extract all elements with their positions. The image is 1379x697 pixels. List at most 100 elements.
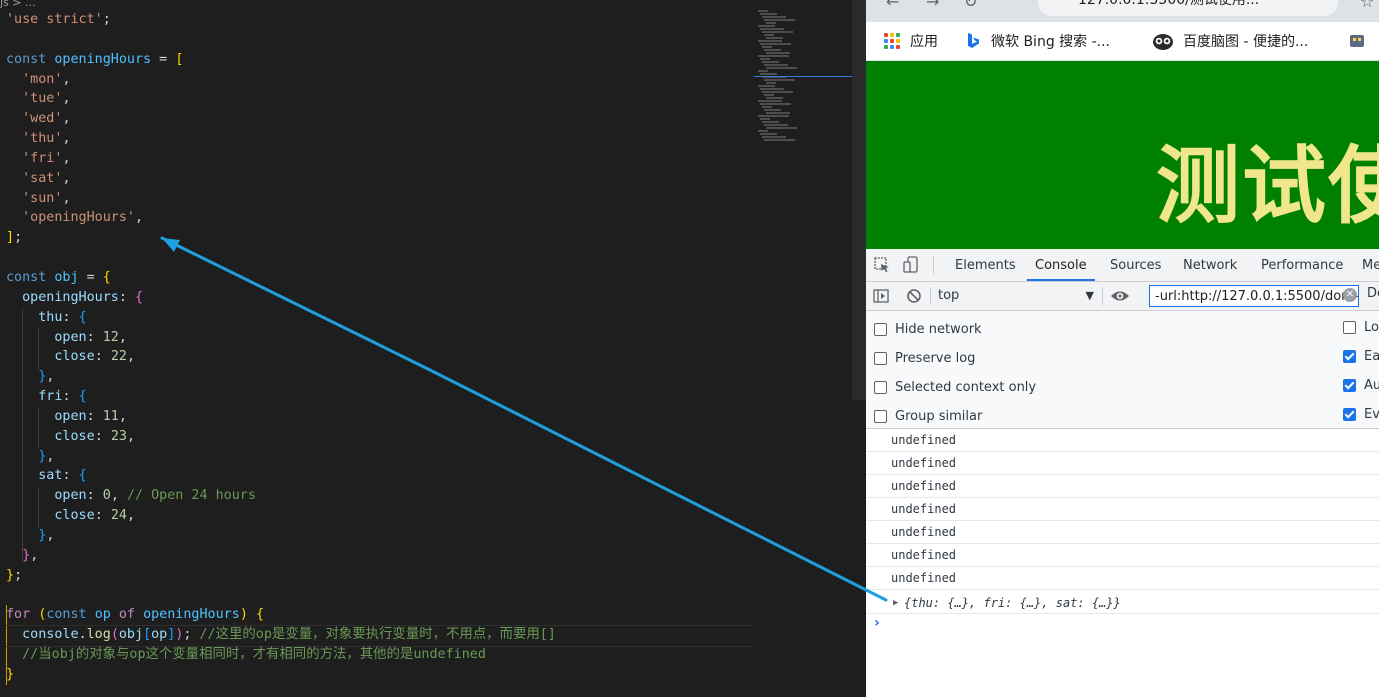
tab-performance[interactable]: Performance (1261, 249, 1343, 281)
bookmark-star-icon[interactable]: ☆ (1360, 0, 1374, 11)
code-line[interactable]: const obj = { (6, 268, 556, 288)
minimap-line (762, 91, 793, 93)
code-token: 'fri' (22, 150, 63, 166)
code-editor[interactable]: js > ... 'use strict'; const openingHour… (0, 0, 866, 697)
code-token: thu (38, 309, 63, 325)
code-token: 24 (110, 508, 127, 524)
setting-autocomplete[interactable]: Au (1343, 375, 1379, 395)
code-token: , (126, 428, 135, 444)
minimap-line (760, 28, 784, 30)
setting-log-xmlhttprequests[interactable]: Loc (1343, 317, 1379, 337)
setting-group-similar[interactable]: Group similar (874, 406, 982, 426)
bookmark-extra[interactable] (1348, 28, 1375, 54)
code-line[interactable]: 'wed', (6, 109, 556, 129)
code-line[interactable]: open: 11, (6, 407, 556, 427)
code-token: , (126, 508, 135, 524)
address-input[interactable]: 127.0.0.1:5500/测试使用... (1038, 0, 1338, 16)
code-line[interactable]: close: 23, (6, 427, 556, 447)
code-line[interactable]: close: 24, (6, 506, 556, 526)
live-expression-eye-icon[interactable] (1110, 288, 1130, 304)
tab-sources[interactable]: Sources (1110, 249, 1161, 281)
code-line[interactable]: sat: { (6, 466, 556, 486)
default-levels-dropdown[interactable]: De (1367, 286, 1379, 301)
tab-memory[interactable]: Me (1362, 249, 1379, 281)
code-line[interactable]: thu: { (6, 308, 556, 328)
code-line[interactable]: const openingHours = [ (6, 50, 556, 70)
code-line[interactable]: open: 12, (6, 328, 556, 348)
code-line[interactable]: }, (6, 367, 556, 387)
code-line[interactable]: //当obj的对象与op这个变量相同时，才有相同的方法，其他的是undefine… (6, 645, 556, 665)
checkbox[interactable] (1343, 378, 1356, 392)
back-icon[interactable]: ← (886, 0, 899, 11)
checkbox[interactable] (874, 380, 887, 394)
code-token: obj (118, 627, 144, 643)
code-line[interactable]: }, (6, 526, 556, 546)
code-line[interactable]: 'openingHours', (6, 208, 556, 228)
code-token: , (110, 488, 127, 504)
reload-icon[interactable]: ↻ (964, 0, 977, 11)
code-line[interactable]: ]; (6, 228, 556, 248)
minimap[interactable] (758, 10, 854, 150)
bookmark-bing[interactable]: 微软 Bing 搜索 -... (964, 28, 1110, 54)
code-token: : (86, 408, 103, 424)
console-object-message[interactable]: ▶ {thu: {…}, fri: {…}, sat: {…}} (866, 590, 1379, 614)
context-select[interactable]: top ▼ (938, 286, 1094, 306)
setting-hide-network[interactable]: Hide network (874, 319, 982, 339)
tab-elements[interactable]: Elements (955, 249, 1016, 281)
code-line[interactable]: close: 22, (6, 347, 556, 367)
code-line[interactable]: 'sat', (6, 169, 556, 189)
code-line[interactable]: 'fri', (6, 149, 556, 169)
checkbox[interactable] (874, 351, 887, 365)
inspect-element-icon[interactable] (874, 257, 890, 273)
code-line[interactable]: openingHours: { (6, 288, 556, 308)
code-line[interactable]: for (const op of openingHours) { (6, 605, 556, 625)
clear-console-icon[interactable] (906, 288, 922, 304)
expand-triangle-icon[interactable]: ▶ (893, 590, 898, 616)
console-prompt-icon[interactable]: › (874, 615, 880, 631)
tab-network[interactable]: Network (1183, 249, 1237, 281)
setting-eager-evaluation[interactable]: Eag (1343, 346, 1379, 366)
code-token: open (54, 408, 87, 424)
code-line[interactable]: 'mon', (6, 70, 556, 90)
code-line[interactable]: }, (6, 447, 556, 467)
breadcrumb[interactable]: js > ... (0, 0, 36, 9)
code-line[interactable]: }; (6, 566, 556, 586)
message-text: undefined (891, 548, 957, 562)
code-line[interactable]: console.log(obj[op]); //这里的op是变量，对象要执行变量… (6, 625, 556, 645)
setting-evaluate-triggers[interactable]: Eva (1343, 404, 1379, 424)
checkbox[interactable] (1343, 407, 1356, 421)
owl-icon (1152, 32, 1174, 50)
code-line[interactable] (6, 30, 556, 50)
console-filter-input[interactable]: -url:http://127.0.0.1:5500/dom- (1149, 285, 1359, 307)
device-toolbar-icon[interactable] (903, 256, 921, 274)
code-line[interactable]: 'use strict'; (6, 10, 556, 30)
code-line[interactable]: } (6, 665, 556, 685)
code-line[interactable]: fri: { (6, 387, 556, 407)
message-text: undefined (891, 456, 957, 470)
bookmark-apps[interactable]: 应用 (884, 28, 938, 54)
code-line[interactable]: 'tue', (6, 89, 556, 109)
code-line[interactable] (6, 248, 556, 268)
editor-scrollbar[interactable] (852, 0, 866, 400)
code-line[interactable] (6, 585, 556, 605)
checkbox[interactable] (874, 409, 887, 423)
minimap-line (764, 64, 788, 66)
code-line[interactable]: open: 0, // Open 24 hours (6, 486, 556, 506)
setting-preserve-log[interactable]: Preserve log (874, 348, 975, 368)
code-token: , (46, 448, 55, 464)
sidebar-toggle-icon[interactable] (873, 288, 889, 304)
code-content[interactable]: 'use strict'; const openingHours = [ 'mo… (6, 10, 556, 685)
setting-selected-context-only[interactable]: Selected context only (874, 377, 1036, 397)
code-line[interactable]: }, (6, 546, 556, 566)
code-line[interactable]: 'thu', (6, 129, 556, 149)
checkbox[interactable] (1343, 349, 1356, 363)
clear-filter-icon[interactable]: ✕ (1343, 288, 1357, 302)
checkbox[interactable] (874, 322, 887, 336)
checkbox[interactable] (1343, 320, 1356, 334)
forward-icon[interactable]: → (926, 0, 939, 11)
bookmark-baidu-naotu[interactable]: 百度脑图 - 便捷的... (1152, 28, 1308, 54)
tab-console[interactable]: Console (1027, 249, 1095, 281)
code-line[interactable]: 'sun', (6, 189, 556, 209)
